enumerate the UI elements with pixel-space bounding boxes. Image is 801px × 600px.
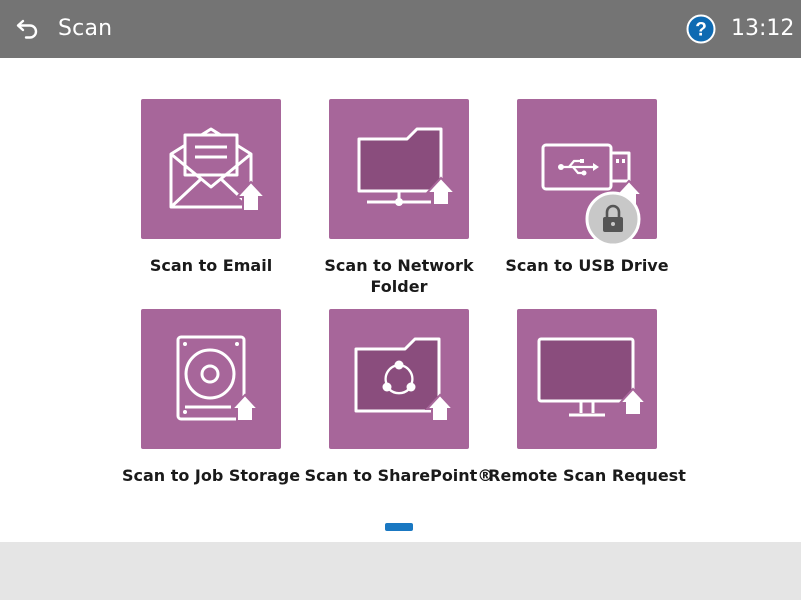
tile-label: Scan to USB Drive	[505, 256, 669, 275]
hard-drive-upload-icon	[176, 335, 261, 422]
clock: 13:12	[731, 16, 795, 41]
scan-to-network-folder-button[interactable]	[329, 99, 469, 239]
tile-label: Scan to Network Folder	[324, 256, 474, 296]
sharepoint-folder-upload-icon	[354, 337, 456, 422]
remote-scan-request-button[interactable]	[517, 309, 657, 449]
network-folder-upload-icon	[357, 127, 458, 206]
help-icon: ?	[686, 14, 716, 44]
scan-to-sharepoint-button[interactable]	[329, 309, 469, 449]
scan-to-job-storage-button[interactable]	[141, 309, 281, 449]
lock-icon	[585, 191, 641, 247]
svg-text:?: ?	[695, 20, 707, 41]
envelope-upload-icon	[169, 127, 268, 212]
tile-label: Scan to SharePoint®	[304, 466, 494, 485]
scan-to-email-button[interactable]	[141, 99, 281, 239]
tile-label: Scan to Job Storage	[121, 466, 301, 485]
page-indicator	[385, 523, 413, 531]
tile-label: Remote Scan Request	[488, 466, 686, 485]
tile-label: Scan to Email	[149, 256, 273, 275]
monitor-upload-icon	[537, 337, 649, 417]
help-button[interactable]: ?	[686, 14, 716, 44]
footer-bar	[0, 542, 801, 600]
header-bar: Scan ? 13:12	[0, 0, 801, 58]
back-arrow-icon	[16, 19, 38, 39]
page-title: Scan	[58, 16, 113, 41]
back-button[interactable]	[10, 12, 46, 46]
